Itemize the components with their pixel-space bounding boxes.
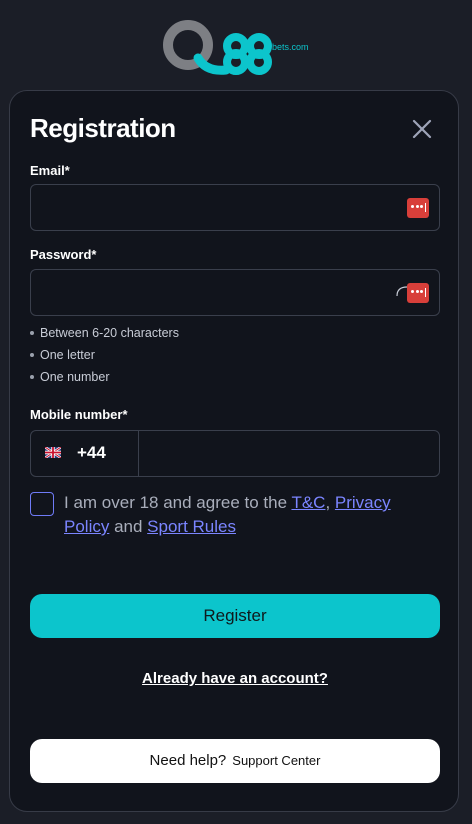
agreement-text: I am over 18 and agree to the T&C, Priva…	[64, 493, 391, 536]
agree-checkbox[interactable]	[30, 492, 54, 516]
password-rules-list: Between 6-20 characters One letter One n…	[30, 323, 179, 389]
help-question: Need help?	[149, 752, 227, 769]
password-field-box	[30, 269, 440, 316]
close-icon[interactable]	[408, 115, 436, 143]
mobile-number-field[interactable]	[139, 431, 439, 476]
support-center-label: Support Center	[232, 753, 321, 768]
support-center-button[interactable]: Need help? Support Center	[30, 739, 440, 783]
password-manager-icon[interactable]	[407, 198, 429, 218]
page-title: Registration	[30, 113, 176, 143]
sport-rules-link[interactable]: Sport Rules	[147, 517, 236, 536]
password-manager-icon[interactable]	[407, 283, 429, 303]
mobile-label: Mobile number*	[30, 407, 128, 422]
password-rule-letter: One letter	[30, 345, 179, 367]
logo-suffix: bets.com	[272, 42, 309, 52]
password-rule-number: One number	[30, 367, 179, 389]
email-field-box	[30, 184, 440, 231]
password-label: Password*	[30, 247, 97, 262]
email-field[interactable]	[31, 185, 391, 230]
mobile-field-box: +44	[30, 430, 440, 477]
password-field[interactable]	[31, 270, 391, 315]
tc-link[interactable]: T&C	[291, 493, 325, 512]
country-code-selector[interactable]: +44	[31, 431, 139, 476]
country-code: +44	[77, 443, 106, 462]
q88-logo: bets.com	[163, 20, 309, 75]
registration-panel: Registration Email* Password* Between 6-…	[9, 90, 459, 812]
already-have-account-link[interactable]: Already have an account?	[10, 670, 460, 687]
register-button[interactable]: Register	[30, 594, 440, 638]
agreement-intro: I am over 18 and agree to the	[64, 493, 292, 512]
email-label: Email*	[30, 163, 70, 178]
password-rule-length: Between 6-20 characters	[30, 323, 179, 345]
uk-flag-icon	[45, 447, 61, 458]
